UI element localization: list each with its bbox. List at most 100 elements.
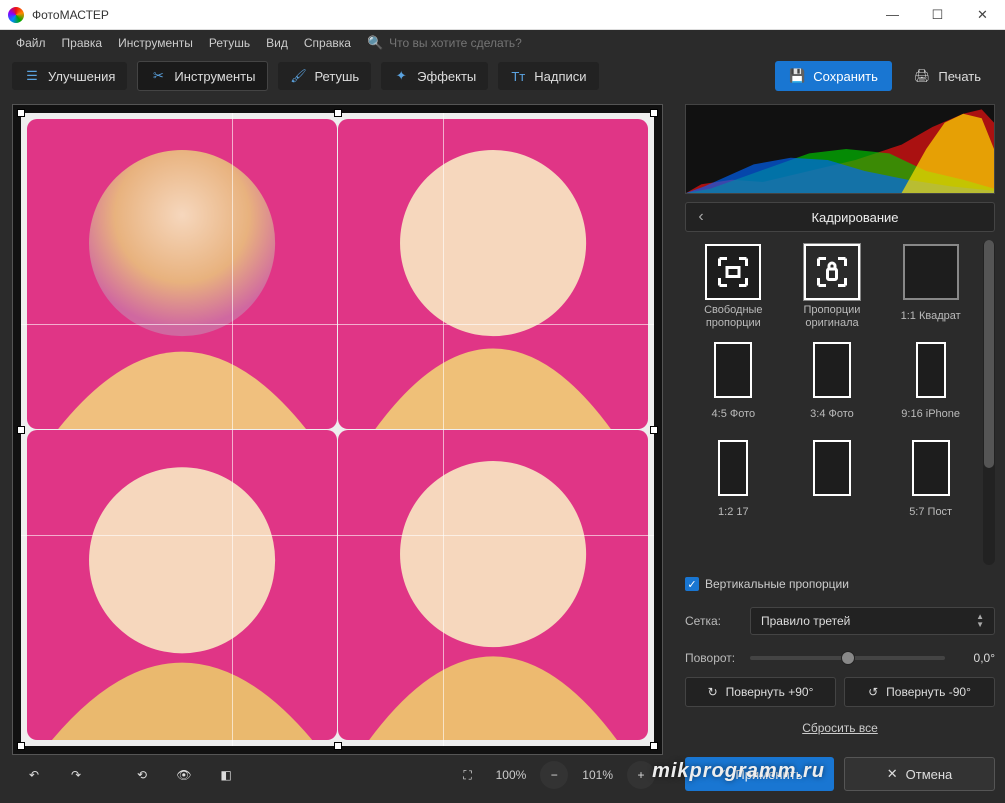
reset-all-link[interactable]: Сбросить все [685,715,995,741]
crop-handle-b[interactable] [334,742,342,750]
close-icon: ✕ [887,766,898,782]
print-button[interactable]: 🖨 Печать [902,61,993,91]
brush-icon: 🖌 [290,68,306,84]
grid-select-value: Правило третей [761,614,850,628]
zoom-100-label[interactable]: 100% [496,768,527,782]
menu-retouch[interactable]: Ретушь [201,36,258,50]
undo-button[interactable]: ↶ [20,761,48,789]
history-button[interactable]: ⟲ [128,761,156,789]
histogram [685,104,995,194]
rotate-plus-90-button[interactable]: ↻ Повернуть +90° [685,677,836,707]
sliders-icon: ☰ [24,68,40,84]
compare-button[interactable]: ◧ [212,761,240,789]
rotate-cw-icon: ↻ [708,685,718,699]
preset-3-4-label: 3:4 Фото [810,402,854,428]
photo-collage [21,113,654,746]
crop-handle-tl[interactable] [17,109,25,117]
preset-1-2[interactable]: 1:2 17 [685,436,782,530]
tab-effects-label: Эффекты [417,69,476,84]
crop-handle-bl[interactable] [17,742,25,750]
preset-4-5[interactable]: 4:5 Фото [685,338,782,432]
rotate-minus-90-button[interactable]: ↺ Повернуть -90° [844,677,995,707]
save-label: Сохранить [813,69,878,84]
tab-retouch-label: Ретушь [314,69,359,84]
save-button[interactable]: 💾 Сохранить [775,61,892,91]
rotate-ccw-icon: ↺ [868,685,878,699]
preview-toggle-button[interactable]: 👁 [170,761,198,789]
preset-1-1-label: 1:1 Квадрат [901,304,961,330]
tab-retouch[interactable]: 🖌 Ретушь [278,62,371,90]
chevron-updown-icon: ▲▼ [976,613,984,629]
rotate-label: Поворот: [685,651,740,665]
rotate-minus-label: Повернуть -90° [886,685,971,699]
crop-handle-r[interactable] [650,426,658,434]
window-minimize-button[interactable]: ― [870,0,915,30]
apply-label: Применить [735,767,802,782]
preset-blank[interactable] [784,436,881,530]
preset-1-2-label: 1:2 17 [718,500,749,526]
image-canvas[interactable] [12,104,663,755]
rotate-plus-label: Повернуть +90° [726,685,814,699]
preset-3-4[interactable]: 3:4 Фото [784,338,881,432]
print-icon: 🖨 [914,68,931,84]
preset-5-7-label: 5:7 Пост [909,500,952,526]
apply-button[interactable]: ✓ Применить [685,757,834,791]
tab-captions-label: Надписи [534,69,586,84]
vertical-proportions-checkbox[interactable]: ✓ [685,577,699,591]
preset-original[interactable]: Пропорции оригинала [784,240,881,334]
panel-back-button[interactable]: ‹ [686,208,716,226]
zoom-value: 101% [582,768,613,782]
global-search-input[interactable] [389,36,589,50]
tab-tools[interactable]: ✂ Инструменты [137,61,268,91]
preset-free-label: Свободные пропорции [689,304,778,330]
tab-effects[interactable]: ✦ Эффекты [381,62,488,90]
window-close-button[interactable]: ✕ [960,0,1005,30]
window-maximize-button[interactable]: ☐ [915,0,960,30]
panel-title: Кадрирование [716,210,994,225]
grid-select[interactable]: Правило третей ▲▼ [750,607,995,635]
preset-4-5-label: 4:5 Фото [712,402,756,428]
crop-handle-br[interactable] [650,742,658,750]
preset-5-7[interactable]: 5:7 Пост [882,436,979,530]
rotate-slider[interactable] [750,656,945,660]
fit-screen-button[interactable]: ⛶ [454,761,482,789]
save-icon: 💾 [789,68,805,84]
redo-button[interactable]: ↷ [62,761,90,789]
print-label: Печать [938,69,981,84]
tab-enhance[interactable]: ☰ Улучшения [12,62,127,90]
zoom-in-button[interactable]: + [627,761,655,789]
tab-enhance-label: Улучшения [48,69,115,84]
panel-header: ‹ Кадрирование [685,202,995,232]
menubar: Файл Правка Инструменты Ретушь Вид Справ… [0,30,1005,56]
grid-label: Сетка: [685,614,740,628]
cancel-label: Отмена [906,767,953,782]
cancel-button[interactable]: ✕ Отмена [844,757,995,791]
text-icon: Tᴛ [510,68,526,84]
menu-file[interactable]: Файл [8,36,54,50]
preset-9-16-label: 9:16 iPhone [901,402,960,428]
app-icon [8,7,24,23]
rotate-slider-knob[interactable] [841,651,855,665]
window-title: ФотоМАСТЕР [32,8,870,22]
menu-view[interactable]: Вид [258,36,296,50]
tab-tools-label: Инструменты [174,69,255,84]
crop-handle-tr[interactable] [650,109,658,117]
crop-handle-l[interactable] [17,426,25,434]
preset-1-1[interactable]: 1:1 Квадрат [882,240,979,334]
tab-captions[interactable]: Tᴛ Надписи [498,62,598,90]
crop-handle-t[interactable] [334,109,342,117]
crop-icon: ✂ [150,68,166,84]
menu-help[interactable]: Справка [296,36,359,50]
preset-9-16[interactable]: 9:16 iPhone [882,338,979,432]
rotate-value: 0,0° [955,651,995,665]
preset-free[interactable]: Свободные пропорции [685,240,782,334]
check-icon: ✓ [716,766,727,782]
presets-scrollbar[interactable] [983,240,995,565]
menu-tools[interactable]: Инструменты [110,36,201,50]
zoom-out-button[interactable]: − [540,761,568,789]
preset-original-label: Пропорции оригинала [788,304,877,330]
wand-icon: ✦ [393,68,409,84]
search-icon: 🔍 [367,35,383,51]
vertical-proportions-label: Вертикальные пропорции [705,577,849,591]
menu-edit[interactable]: Правка [54,36,111,50]
